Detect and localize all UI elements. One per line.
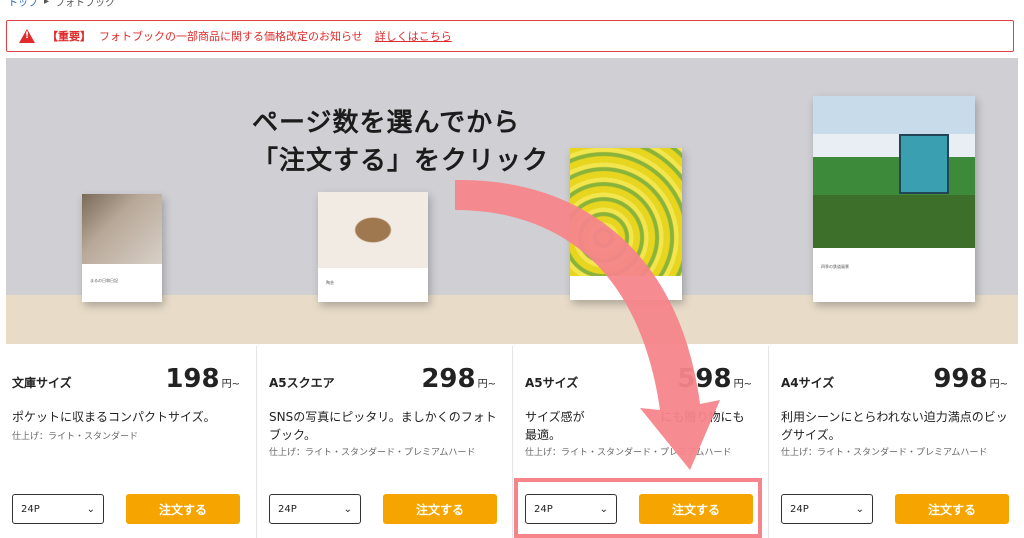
book-tulips <box>570 148 682 300</box>
order-controls: 24P ⌄ 注文する <box>781 494 1009 524</box>
product-name: A5スクエア <box>269 376 335 390</box>
product-description: ポケットに収まるコンパクトサイズ。 <box>12 410 216 424</box>
order-controls: 24P ⌄ 注文する <box>12 494 240 524</box>
product-description: 利用シーンにとらわれない迫力満点のビッグサイズ。 <box>781 410 1008 442</box>
warning-icon: ! <box>19 29 35 43</box>
product-name: A4サイズ <box>781 376 835 390</box>
breadcrumb: トップ ▸ フォトブック <box>8 0 116 9</box>
chevron-down-icon: ⌄ <box>86 503 95 515</box>
product-description: サイズ感が にも贈り物にも最適。 <box>525 410 745 442</box>
notice-message: フォトブックの一部商品に関する価格改定のお知らせ <box>99 30 363 43</box>
product-name: A5サイズ <box>525 376 579 390</box>
chevron-right-icon: ▸ <box>44 0 50 7</box>
pottery-photo <box>318 192 428 268</box>
page-count-select[interactable]: 24P ⌄ <box>269 494 361 524</box>
product-price: 598 円~ <box>677 364 752 394</box>
product-finish: 仕上げ：ライト・スタンダード・プレミアムハード <box>781 448 988 458</box>
order-button[interactable]: 注文する <box>895 494 1009 524</box>
page-count-select[interactable]: 24P ⌄ <box>781 494 873 524</box>
notice-tag: 【重要】 <box>47 30 91 43</box>
book-caption: 四季の鉄道風景 <box>821 264 849 269</box>
product-price: 198 円~ <box>165 364 240 394</box>
chevron-down-icon: ⌄ <box>343 503 352 515</box>
product-card-a5-square: A5スクエア 298 円~ SNSの写真にピッタリ。ましかくのフォトブック。 仕上… <box>256 346 512 538</box>
order-button[interactable]: 注文する <box>126 494 240 524</box>
product-price: 298 円~ <box>421 364 496 394</box>
hero-line-2: 「注文する」をクリック <box>252 146 550 176</box>
breadcrumb-current: フォトブック <box>55 0 116 9</box>
price-change-notice: ! 【重要】 フォトブックの一部商品に関する価格改定のお知らせ 詳しくはこちら <box>6 20 1014 52</box>
product-name: 文庫サイズ <box>12 376 72 390</box>
chevron-down-icon: ⌄ <box>855 503 864 515</box>
product-price: 998 円~ <box>933 364 1008 394</box>
product-card-bunko: 文庫サイズ 198 円~ ポケットに収まるコンパクトサイズ。 仕上げ：ライト・スタ… <box>0 346 256 538</box>
order-controls: 24P ⌄ 注文する <box>269 494 497 524</box>
product-finish: 仕上げ：ライト・スタンダード・プレミアムハード <box>269 448 476 458</box>
book-caption: 陶芸 <box>326 280 334 285</box>
cat-photo <box>82 194 162 264</box>
hero-line-1: ページ数を選んでから <box>252 108 521 138</box>
book-pottery: 陶芸 <box>318 192 428 302</box>
order-button[interactable]: 注文する <box>383 494 497 524</box>
train-photo <box>813 96 975 248</box>
product-cards: 文庫サイズ 198 円~ ポケットに収まるコンパクトサイズ。 仕上げ：ライト・スタ… <box>0 346 1024 538</box>
page-count-select[interactable]: 24P ⌄ <box>12 494 104 524</box>
tulip-photo <box>570 148 682 276</box>
breadcrumb-home[interactable]: トップ <box>8 0 38 9</box>
book-caption: まるの日和日記 <box>90 278 118 283</box>
hero-instruction: ページ数を選んでから 「注文する」をクリック <box>252 104 549 180</box>
product-card-a4: A4サイズ 998 円~ 利用シーンにとらわれない迫力満点のビッグサイズ。 仕上げ… <box>768 346 1024 538</box>
product-finish: 仕上げ：ライト・スタンダード・プレミアムハード <box>525 448 732 458</box>
product-finish: 仕上げ：ライト・スタンダード <box>12 432 139 442</box>
book-cat: まるの日和日記 <box>82 194 162 302</box>
notice-details-link[interactable]: 詳しくはこちら <box>375 28 452 44</box>
book-train: 四季の鉄道風景 <box>813 96 975 302</box>
hero-banner: まるの日和日記 陶芸 四季の鉄道風景 ページ数を選んでから 「注文する」をクリッ… <box>6 58 1018 344</box>
shelf <box>6 295 1018 344</box>
order-highlight-frame <box>514 478 762 538</box>
product-description: SNSの写真にピッタリ。ましかくのフォトブック。 <box>269 410 497 442</box>
train-image <box>899 134 949 194</box>
